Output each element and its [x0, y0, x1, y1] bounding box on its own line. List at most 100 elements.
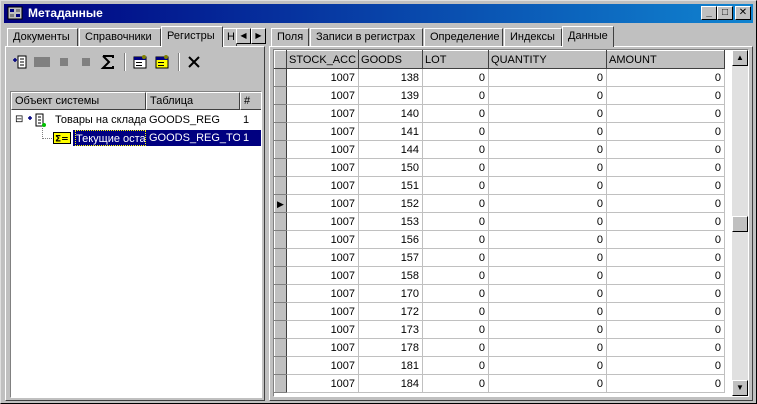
close-button[interactable]: ✕: [735, 6, 751, 20]
cell-goods[interactable]: 152: [358, 194, 424, 213]
cell-amount[interactable]: 0: [606, 122, 726, 141]
cell-stock-acc[interactable]: 1007: [286, 212, 360, 231]
cell-goods[interactable]: 140: [358, 104, 424, 123]
cell-quantity[interactable]: 0: [488, 212, 608, 231]
column-header-quantity[interactable]: QUANTITY: [488, 50, 608, 69]
row-indicator[interactable]: [274, 212, 287, 231]
cell-stock-acc[interactable]: 1007: [286, 104, 360, 123]
cell-amount[interactable]: 0: [606, 104, 726, 123]
tree-expander[interactable]: ⊟: [15, 112, 27, 128]
cell-lot[interactable]: 0: [422, 212, 490, 231]
copy-button[interactable]: [54, 52, 74, 72]
new-item-button[interactable]: [10, 52, 30, 72]
cell-stock-acc[interactable]: 1007: [286, 194, 360, 213]
table-row[interactable]: 1007 173 0 0 0: [274, 320, 726, 339]
cell-goods[interactable]: 150: [358, 158, 424, 177]
cell-goods[interactable]: 156: [358, 230, 424, 249]
cell-lot[interactable]: 0: [422, 158, 490, 177]
table-row[interactable]: 1007 138 0 0 0: [274, 68, 726, 87]
cell-lot[interactable]: 0: [422, 284, 490, 303]
cell-amount[interactable]: 0: [606, 320, 726, 339]
tab-fields[interactable]: Поля: [271, 28, 309, 46]
table-row[interactable]: 1007 153 0 0 0: [274, 212, 726, 231]
table-row[interactable]: 1007 172 0 0 0: [274, 302, 726, 321]
cell-amount[interactable]: 0: [606, 302, 726, 321]
tab-documents[interactable]: Документы: [7, 28, 78, 46]
cell-goods[interactable]: 172: [358, 302, 424, 321]
cell-amount[interactable]: 0: [606, 86, 726, 105]
tab-more[interactable]: Н: [223, 28, 237, 46]
cell-quantity[interactable]: 0: [488, 338, 608, 357]
row-indicator[interactable]: [274, 320, 287, 339]
table-row[interactable]: 1007 144 0 0 0: [274, 140, 726, 159]
cell-stock-acc[interactable]: 1007: [286, 122, 360, 141]
tree-item-goods-register[interactable]: Товары на склада: [55, 112, 146, 128]
table-row[interactable]: 1007 150 0 0 0: [274, 158, 726, 177]
cell-stock-acc[interactable]: 1007: [286, 266, 360, 285]
title-bar[interactable]: Метаданные _ □ ✕: [4, 4, 753, 23]
cell-quantity[interactable]: 0: [488, 68, 608, 87]
tree-header-object[interactable]: Объект системы: [11, 92, 146, 110]
cell-quantity[interactable]: 0: [488, 158, 608, 177]
column-header-amount[interactable]: AMOUNT: [606, 50, 726, 69]
cell-goods[interactable]: 153: [358, 212, 424, 231]
tab-registers[interactable]: Регистры: [161, 26, 223, 47]
tree-header-table[interactable]: Таблица: [146, 92, 240, 110]
cell-amount[interactable]: 0: [606, 140, 726, 159]
cell-goods[interactable]: 178: [358, 338, 424, 357]
row-indicator[interactable]: [274, 68, 287, 87]
cell-goods[interactable]: 181: [358, 356, 424, 375]
cell-stock-acc[interactable]: 1007: [286, 374, 360, 393]
cell-goods[interactable]: 184: [358, 374, 424, 393]
tree-item-current-balance[interactable]: Текущие остат: [75, 130, 146, 146]
row-indicator[interactable]: [274, 284, 287, 303]
table-row[interactable]: 1007 178 0 0 0: [274, 338, 726, 357]
cell-quantity[interactable]: 0: [488, 86, 608, 105]
table-row[interactable]: 1007 141 0 0 0: [274, 122, 726, 141]
tab-register-entries[interactable]: Записи в регистрах: [310, 28, 423, 46]
row-indicator[interactable]: [274, 122, 287, 141]
cell-goods[interactable]: 144: [358, 140, 424, 159]
column-header-goods[interactable]: GOODS: [358, 50, 424, 69]
table-row[interactable]: 1007 156 0 0 0: [274, 230, 726, 249]
vertical-scrollbar[interactable]: ▲ ▼: [732, 50, 748, 396]
row-indicator[interactable]: [274, 302, 287, 321]
row-indicator[interactable]: [274, 104, 287, 123]
totals-button[interactable]: [98, 52, 118, 72]
tab-scroll-right-button[interactable]: ▶: [251, 28, 266, 44]
cell-stock-acc[interactable]: 1007: [286, 158, 360, 177]
cell-quantity[interactable]: 0: [488, 122, 608, 141]
cell-stock-acc[interactable]: 1007: [286, 320, 360, 339]
row-indicator[interactable]: [274, 266, 287, 285]
tab-indexes[interactable]: Индексы: [504, 28, 562, 46]
row-indicator[interactable]: [274, 176, 287, 195]
cell-goods[interactable]: 138: [358, 68, 424, 87]
row-indicator[interactable]: [274, 230, 287, 249]
table-row[interactable]: 1007 157 0 0 0: [274, 248, 726, 267]
cell-amount[interactable]: 0: [606, 356, 726, 375]
maximize-button[interactable]: □: [717, 6, 733, 20]
cell-quantity[interactable]: 0: [488, 320, 608, 339]
cell-amount[interactable]: 0: [606, 158, 726, 177]
cell-lot[interactable]: 0: [422, 302, 490, 321]
cell-lot[interactable]: 0: [422, 176, 490, 195]
table-properties-button[interactable]: [152, 52, 172, 72]
cell-lot[interactable]: 0: [422, 230, 490, 249]
cell-lot[interactable]: 0: [422, 104, 490, 123]
table-row[interactable]: 1007 151 0 0 0: [274, 176, 726, 195]
data-grid[interactable]: STOCK_ACC GOODS LOT QUANTITY AMOUNT 1007…: [273, 49, 749, 397]
cell-amount[interactable]: 0: [606, 266, 726, 285]
metadata-tree[interactable]: Объект системы Таблица # ⊟ Товары на скл…: [10, 91, 262, 398]
tab-data[interactable]: Данные: [562, 26, 614, 47]
tab-scroll-left-button[interactable]: ◀: [236, 28, 251, 44]
edit-button[interactable]: [32, 52, 52, 72]
row-indicator[interactable]: [274, 158, 287, 177]
cell-lot[interactable]: 0: [422, 266, 490, 285]
cell-goods[interactable]: 151: [358, 176, 424, 195]
cell-stock-acc[interactable]: 1007: [286, 68, 360, 87]
row-indicator[interactable]: [274, 248, 287, 267]
row-indicator[interactable]: [274, 338, 287, 357]
table-row[interactable]: 1007 184 0 0 0: [274, 374, 726, 393]
cell-quantity[interactable]: 0: [488, 248, 608, 267]
cell-stock-acc[interactable]: 1007: [286, 302, 360, 321]
